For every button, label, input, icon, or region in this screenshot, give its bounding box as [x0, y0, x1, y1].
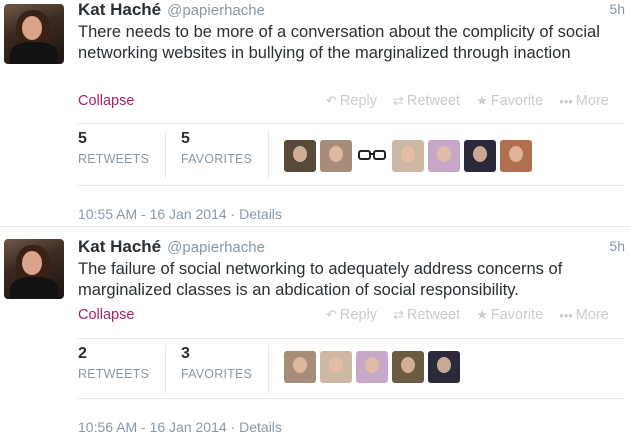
retweet-icon: ⇄ [392, 307, 404, 322]
favoriter-avatar[interactable] [284, 351, 316, 383]
favorite-button[interactable]: ★ Favorite [476, 307, 543, 323]
reply-arrow-icon: ↶ [326, 93, 337, 108]
more-button[interactable]: ••• More [559, 307, 609, 323]
tweet-time[interactable]: 5h [609, 238, 625, 254]
favoriter-avatar[interactable] [392, 351, 424, 383]
favoriter-avatar[interactable] [284, 140, 316, 172]
reply-button[interactable]: ↶ Reply [326, 93, 377, 109]
tweet: Kat Haché @papierhache 5h The failure of … [0, 226, 630, 436]
details-link[interactable]: Details [239, 419, 282, 435]
tweet-time[interactable]: 5h [609, 1, 625, 17]
retweets-label: RETWEETS [78, 152, 150, 166]
favoriter-avatar[interactable] [320, 351, 352, 383]
favoriter-avatar[interactable] [428, 351, 460, 383]
retweet-button[interactable]: ⇄ Retweet [393, 93, 460, 109]
collapse-link[interactable]: Collapse [78, 93, 134, 109]
author-name[interactable]: Kat Haché [78, 237, 161, 256]
reply-arrow-icon: ↶ [326, 307, 337, 322]
details-link[interactable]: Details [239, 206, 282, 222]
favorites-stat[interactable]: 5 FAVORITES [181, 130, 269, 178]
tweet-header: Kat Haché @papierhache 5h [78, 0, 630, 22]
tweet-stats: 2 RETWEETS 3 FAVORITES [78, 345, 624, 401]
retweets-label: RETWEETS [78, 367, 150, 381]
tweet-text: There needs to be more of a conversation… [78, 23, 600, 62]
favoriter-avatars [284, 140, 536, 172]
favoriter-avatars [284, 351, 464, 383]
retweet-button[interactable]: ⇄ Retweet [393, 307, 460, 323]
timestamp[interactable]: 10:55 AM - 16 Jan 2014 [78, 206, 227, 222]
favorites-count: 5 [181, 130, 190, 147]
retweet-icon: ⇄ [392, 93, 404, 108]
tweet-footer: 10:56 AM - 16 Jan 2014 · Details [78, 419, 282, 435]
divider [78, 338, 624, 339]
star-icon: ★ [476, 307, 488, 322]
more-button[interactable]: ••• More [559, 93, 609, 109]
favoriter-avatar[interactable] [356, 351, 388, 383]
reply-button[interactable]: ↶ Reply [326, 307, 377, 323]
ellipsis-icon: ••• [559, 93, 573, 109]
tweet-actions: ↶ Reply ⇄ Retweet ★ Favorite ••• More [326, 93, 609, 109]
author-handle[interactable]: @papierhache [167, 239, 265, 256]
favorites-label: FAVORITES [181, 367, 253, 381]
favorite-button[interactable]: ★ Favorite [476, 93, 543, 109]
favoriter-avatar[interactable] [500, 140, 532, 172]
divider [78, 185, 624, 186]
author-handle[interactable]: @papierhache [167, 2, 265, 19]
ellipsis-icon: ••• [559, 307, 573, 323]
retweets-stat[interactable]: 5 RETWEETS [78, 130, 166, 178]
retweets-count: 5 [78, 130, 87, 147]
favoriter-avatar[interactable] [356, 140, 388, 172]
tweet-header: Kat Haché @papierhache 5h [78, 237, 630, 259]
tweet-stats: 5 RETWEETS 5 FAVORITES [78, 130, 624, 186]
retweets-count: 2 [78, 345, 87, 362]
favoriter-avatar[interactable] [428, 140, 460, 172]
favorites-stat[interactable]: 3 FAVORITES [181, 345, 269, 393]
favoriter-avatar[interactable] [392, 140, 424, 172]
favoriter-avatar[interactable] [320, 140, 352, 172]
avatar[interactable] [4, 4, 64, 64]
tweet-text: The failure of social networking to adeq… [78, 260, 563, 299]
tweet-footer: 10:55 AM - 16 Jan 2014 · Details [78, 206, 282, 222]
tweet-actions: ↶ Reply ⇄ Retweet ★ Favorite ••• More [326, 307, 609, 323]
author-name[interactable]: Kat Haché [78, 0, 161, 19]
divider [78, 398, 624, 399]
favoriter-avatar[interactable] [464, 140, 496, 172]
collapse-link[interactable]: Collapse [78, 307, 134, 323]
retweets-stat[interactable]: 2 RETWEETS [78, 345, 166, 393]
avatar[interactable] [4, 239, 64, 299]
star-icon: ★ [476, 93, 488, 108]
divider [78, 123, 624, 124]
tweet: Kat Haché @papierhache 5h There needs to … [0, 0, 630, 226]
favorites-label: FAVORITES [181, 152, 253, 166]
timestamp[interactable]: 10:56 AM - 16 Jan 2014 [78, 419, 227, 435]
favorites-count: 3 [181, 345, 190, 362]
